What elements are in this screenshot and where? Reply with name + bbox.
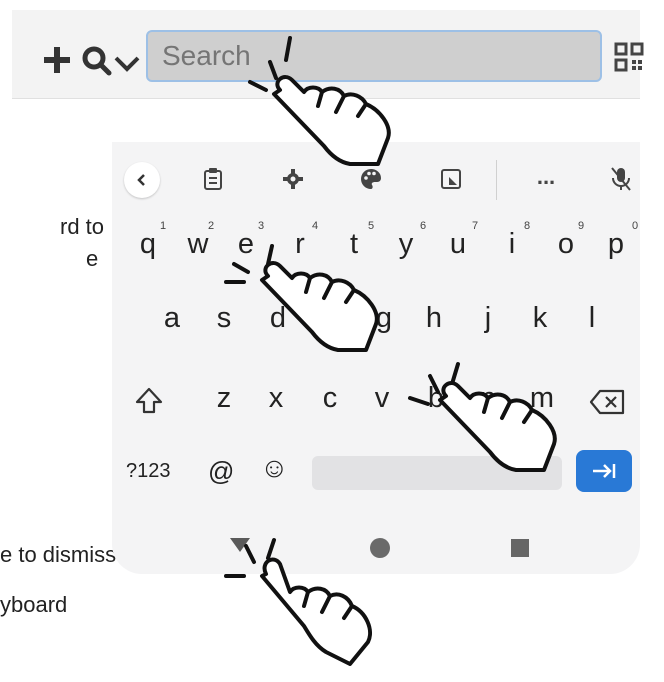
emoji-key[interactable]: ☺: [260, 452, 289, 484]
clipboard-button[interactable]: [198, 164, 228, 194]
back-button[interactable]: [124, 162, 160, 198]
more-button[interactable]: ...: [526, 162, 566, 192]
next-key[interactable]: [576, 450, 632, 492]
key-o[interactable]: o: [546, 228, 586, 261]
key-v[interactable]: v: [362, 382, 402, 415]
key-a[interactable]: a: [152, 302, 192, 335]
hand-pointer-icon: [224, 244, 379, 352]
key-y[interactable]: y: [386, 228, 426, 261]
key-w[interactable]: w: [178, 228, 218, 261]
resize-icon: [441, 169, 461, 189]
hand-pointer-icon: [248, 36, 391, 166]
key-z[interactable]: z: [204, 382, 244, 415]
key-c[interactable]: c: [310, 382, 350, 415]
resize-button[interactable]: [436, 164, 466, 194]
key-u[interactable]: u: [438, 228, 478, 261]
qr-code-icon[interactable]: [614, 42, 644, 72]
shift-icon[interactable]: [134, 386, 164, 416]
key-k[interactable]: k: [520, 302, 560, 335]
hand-pointer-icon: [408, 362, 557, 472]
instruction-text-line4: yboard: [0, 592, 68, 617]
key-h[interactable]: h: [414, 302, 454, 335]
key-l[interactable]: l: [572, 302, 612, 335]
clipboard-icon: [204, 168, 222, 190]
key-j[interactable]: j: [468, 302, 508, 335]
recents-icon[interactable]: [510, 538, 530, 558]
hand-pointer-icon: [224, 538, 372, 666]
chevron-left-icon: [137, 174, 145, 186]
key-x[interactable]: x: [256, 382, 296, 415]
mic-button[interactable]: [606, 164, 636, 194]
tab-arrow-icon: [593, 464, 616, 478]
backspace-icon[interactable]: [588, 388, 626, 416]
at-key[interactable]: @: [208, 456, 234, 487]
instruction-text-line2: e: [86, 246, 99, 271]
mic-off-icon: [611, 167, 631, 191]
key-q[interactable]: q: [128, 228, 168, 261]
toolbar-divider: [496, 160, 497, 200]
symbols-key[interactable]: ?123: [126, 460, 171, 483]
instruction-text-line1: rd to: [60, 214, 105, 239]
key-p[interactable]: p: [596, 228, 636, 261]
key-i[interactable]: i: [492, 228, 532, 261]
instruction-text-line3: e to dismiss: [0, 542, 117, 567]
chevron-down-icon[interactable]: [112, 52, 142, 76]
